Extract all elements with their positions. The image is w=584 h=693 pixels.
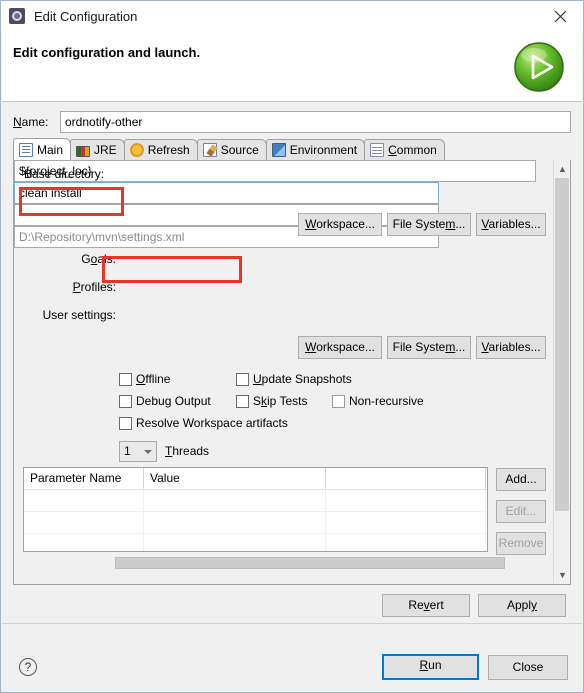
column-value: Value [144,468,326,489]
apply-button[interactable]: Apply [478,594,566,617]
goals-label: Goals: [81,252,116,266]
scrollbar-thumb[interactable] [115,557,505,569]
document-icon [19,142,33,157]
chevron-down-icon [144,450,152,454]
checkbox-box [119,416,132,430]
settings-filesystem-button[interactable]: File System... [387,336,471,359]
horizontal-scrollbar[interactable] [23,556,546,570]
cell-value [144,490,326,511]
tab-jre[interactable]: JRE [70,139,125,160]
update-snapshots-checkbox[interactable]: Update Snapshots [236,372,352,386]
vertical-scrollbar[interactable]: ▲ ▼ [553,160,570,583]
goals-input[interactable]: clean install [14,182,439,204]
page-title: Edit configuration and launch. [13,45,201,60]
footer-divider [2,623,582,624]
settings-workspace-button[interactable]: Workspace... [298,336,382,359]
tab-source-label: Source [220,143,259,157]
tab-strip: Main JRE Refresh Source Environment Comm… [13,138,571,161]
skip-tests-checkbox[interactable]: Skip Tests [236,394,307,408]
tab-source[interactable]: Source [196,139,267,160]
name-input[interactable]: ordnotify-other [60,111,571,133]
help-glyph: ? [24,660,32,674]
gear-square-icon [9,8,25,24]
source-pencil-icon [202,143,217,157]
threads-dropdown[interactable]: 1 [119,441,157,462]
dialog-footer: ? Run Close [1,623,583,692]
close-button[interactable]: Close [488,655,568,680]
title-bar: Edit Configuration [1,1,583,31]
add-parameter-button[interactable]: Add... [496,468,546,491]
scroll-down-icon[interactable]: ▼ [554,566,571,583]
remove-parameter-button: Remove [496,532,546,555]
base-variables-button[interactable]: Variables... [476,213,546,236]
checkbox-box [236,372,249,386]
name-row: Name: ordnotify-other [13,111,571,133]
cell-value [144,512,326,533]
cell-parameter-name [24,490,144,511]
update-snapshots-label: Update Snapshots [253,372,352,386]
run-button[interactable]: Run [382,654,479,680]
tab-main[interactable]: Main [13,138,72,160]
checkbox-box [236,394,249,408]
close-icon[interactable] [538,1,583,31]
tab-common[interactable]: Common [364,139,445,160]
scrollbar-thumb[interactable] [555,178,569,511]
profiles-label: Profiles: [72,280,116,294]
checkbox-box [119,394,132,408]
tab-refresh[interactable]: Refresh [123,139,198,160]
non-recursive-label: Non-recursive [349,394,424,408]
skip-tests-label: Skip Tests [253,394,308,408]
user-settings-label: User settings: [42,308,116,322]
cell-blank [326,490,486,511]
dialog-header: Edit configuration and launch. [2,31,582,102]
column-blank [326,468,486,489]
tab-jre-label: JRE [94,143,117,157]
cell-parameter-name [24,512,144,533]
window-title: Edit Configuration [34,8,138,24]
debug-output-checkbox[interactable]: Debug Output [119,394,211,408]
non-recursive-checkbox[interactable]: Non-recursive [332,394,424,408]
name-label: Name: [13,115,49,129]
table-row[interactable] [24,512,487,534]
base-filesystem-button[interactable]: File System... [387,213,471,236]
books-icon [76,145,91,157]
column-parameter-name: Parameter Name [24,468,144,489]
cell-blank [326,512,486,533]
offline-checkbox[interactable]: Offline [119,372,170,386]
environment-globe-icon [271,143,286,157]
table-header-row: Parameter Name Value [24,468,487,490]
help-question-icon[interactable]: ? [19,658,37,676]
main-tab-panel: Base directory: ${project_loc} Workspace… [13,160,571,585]
tab-environment[interactable]: Environment [265,139,366,160]
threads-value: 1 [124,444,131,458]
table-row[interactable] [24,490,487,512]
table-row[interactable] [24,534,487,551]
base-workspace-button[interactable]: Workspace... [298,213,382,236]
resolve-workspace-artifacts-label: Resolve Workspace artifacts [136,416,288,430]
edit-parameter-button: Edit... [496,500,546,523]
debug-output-label: Debug Output [136,394,211,408]
tab-environment-label: Environment [289,143,358,157]
edit-configuration-dialog: Edit Configuration Edit configuration an… [0,0,584,693]
cell-blank [326,534,486,551]
checkbox-box [332,394,345,408]
offline-label: Offline [136,372,171,386]
base-directory-label: Base directory: [24,167,105,181]
parameter-table[interactable]: Parameter Name Value [23,467,488,552]
refresh-arrows-icon [129,143,144,157]
tab-refresh-label: Refresh [147,143,190,157]
tab-common-label: Common [388,143,437,157]
checkbox-box [119,372,132,386]
resolve-workspace-artifacts-checkbox[interactable]: Resolve Workspace artifacts [119,416,288,430]
run-play-icon [512,40,566,94]
common-table-icon [370,143,385,157]
cell-value [144,534,326,551]
threads-label: Threads [165,444,210,458]
cell-parameter-name [24,534,144,551]
revert-button[interactable]: Revert [382,594,470,617]
scroll-up-icon[interactable]: ▲ [554,160,571,177]
dialog-body: Name: ordnotify-other Main JRE Refresh S… [1,102,583,623]
tab-main-label: Main [37,142,64,157]
settings-variables-button[interactable]: Variables... [476,336,546,359]
